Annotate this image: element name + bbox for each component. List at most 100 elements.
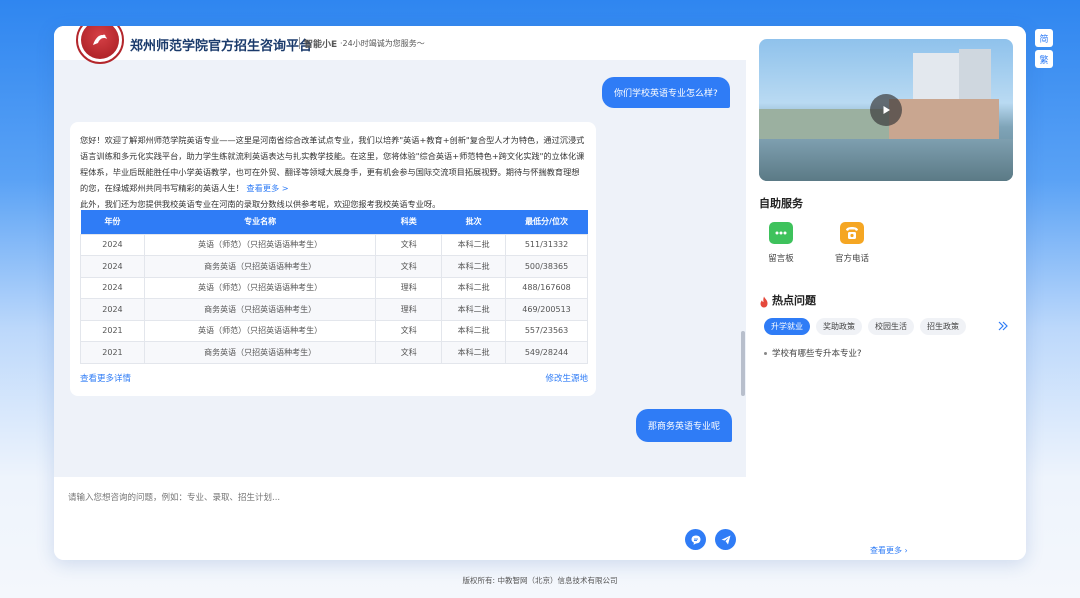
fire-icon	[759, 293, 769, 308]
campus-building	[889, 99, 999, 139]
table-cell: 文科	[375, 341, 443, 364]
user-message-text: 那商务英语专业呢	[648, 422, 721, 432]
tab-chip[interactable]: 校园生活	[868, 318, 914, 335]
send-paper-plane-icon	[721, 535, 730, 544]
traditional-chinese-button[interactable]: 繁	[1035, 50, 1053, 68]
table-cell: 英语（师范）（只招英语语种考生）	[143, 276, 377, 299]
school-logo	[76, 26, 124, 64]
message-board-icon	[769, 222, 793, 244]
self-service-title: 自助服务	[759, 197, 803, 210]
user-message-text: 你们学校英语专业怎么样?	[614, 89, 718, 99]
table-header-cell: 最低分/位次	[505, 210, 588, 234]
chat-header: 郑州师范学院官方招生咨询平台 智能小E ·24小时竭诚为您服务～	[54, 26, 746, 64]
table-cell: 本科二批	[441, 341, 507, 364]
hot-question-text: 学校有哪些专升本专业?	[772, 349, 862, 359]
table-row: 2024 商务英语（只招英语语种考生） 文科 本科二批 500/38365	[80, 255, 588, 278]
table-row: 2024 商务英语（只招英语语种考生） 理科 本科二批 469/200513	[80, 298, 588, 321]
table-cell: 英语（师范）（只招英语语种考生）	[143, 233, 377, 256]
table-row: 2024 英语（师范）（只招英语语种考生） 文科 本科二批 511/31332	[80, 233, 588, 256]
play-icon	[883, 106, 890, 114]
table-cell: 本科二批	[441, 276, 507, 299]
table-row: 2024 英语（师范）（只招英语语种考生） 理科 本科二批 488/167608	[80, 276, 588, 299]
table-cell: 商务英语（只招英语语种考生）	[143, 255, 377, 278]
table-cell: 文科	[375, 255, 443, 278]
table-cell: 英语（师范）（只招英语语种考生）	[143, 319, 377, 342]
message-board-service[interactable]: 留言板	[760, 222, 802, 264]
phone-icon	[840, 222, 864, 244]
table-row: 2021 英语（师范）（只招英语语种考生） 文科 本科二批 557/23563	[80, 319, 588, 342]
table-cell: 2024	[80, 276, 145, 299]
campus-lake	[759, 139, 1013, 181]
table-header-cell: 批次	[441, 210, 506, 234]
send-button[interactable]	[715, 529, 736, 550]
info-sidebar: 自助服务 留言板 官方电话 热点问题 升学就业 奖助政策 校园生活 招生政策 学…	[746, 26, 1026, 560]
table-cell: 本科二批	[441, 319, 507, 342]
assistant-name: 智能小E	[304, 40, 338, 50]
bullet-dot-icon	[764, 352, 767, 355]
table-cell: 469/200513	[505, 298, 588, 321]
tab-chip[interactable]: 招生政策	[920, 318, 966, 335]
table-cell: 商务英语（只招英语语种考生）	[143, 298, 377, 321]
chat-bubble-button[interactable]	[685, 529, 706, 550]
table-cell: 本科二批	[441, 298, 507, 321]
answer-intro: 您好！欢迎了解郑州师范学院英语专业——这里是河南省综合改革试点专业，我们以培养"…	[80, 135, 585, 193]
see-more-link[interactable]: 查看更多 ›	[870, 545, 908, 556]
official-phone-service[interactable]: 官方电话	[826, 222, 878, 264]
table-header-cell: 年份	[80, 210, 145, 234]
table-header-cell: 专业名称	[144, 210, 376, 234]
hot-topic-tabs: 升学就业 奖助政策 校园生活 招生政策	[764, 318, 966, 335]
table-cell: 549/28244	[505, 341, 588, 364]
campus-video[interactable]	[759, 39, 1013, 181]
crane-emblem-icon	[81, 26, 119, 59]
table-cell: 488/167608	[505, 276, 588, 299]
question-input[interactable]	[68, 483, 708, 513]
chevron-right-icon: ›	[902, 546, 908, 555]
table-cell: 2024	[80, 298, 145, 321]
input-area	[54, 477, 746, 560]
chat-bubble-icon	[691, 535, 700, 545]
page-title: 郑州师范学院官方招生咨询平台	[130, 39, 313, 54]
hot-questions-title: 热点问题	[772, 294, 816, 307]
table-cell: 2024	[80, 233, 145, 256]
change-region-link[interactable]: 修改生源地	[545, 372, 588, 384]
main-card: 郑州师范学院官方招生咨询平台 智能小E ·24小时竭诚为您服务～ 你们学校英语专…	[54, 26, 1026, 560]
table-cell: 文科	[375, 319, 443, 342]
chat-scrollbar[interactable]	[741, 331, 745, 396]
simplified-chinese-button[interactable]: 简	[1035, 29, 1053, 47]
header-tagline: ·24小时竭诚为您服务～	[340, 39, 425, 48]
play-button[interactable]	[870, 94, 902, 126]
chat-panel: 郑州师范学院官方招生咨询平台 智能小E ·24小时竭诚为您服务～ 你们学校英语专…	[54, 26, 746, 560]
table-cell: 500/38365	[505, 255, 588, 278]
table-cell: 2021	[80, 319, 145, 342]
score-table: 年份 专业名称 科类 批次 最低分/位次 2024 英语（师范）（只招英语语种考…	[80, 210, 588, 364]
copyright-footer: 版权所有: 中教智网（北京）信息技术有限公司	[462, 576, 618, 585]
user-message-1: 你们学校英语专业怎么样?	[602, 77, 730, 108]
answer-more-link[interactable]: 查看更多 >	[246, 183, 288, 193]
table-cell: 商务英语（只招英语语种考生）	[143, 341, 377, 364]
table-cell: 557/23563	[505, 319, 588, 342]
chevron-double-right-icon[interactable]	[996, 319, 1014, 335]
user-message-2: 那商务英语专业呢	[636, 409, 733, 442]
table-cell: 文科	[375, 233, 443, 256]
table-cell: 本科二批	[441, 233, 507, 256]
title-divider	[299, 37, 300, 49]
table-row: 2021 商务英语（只招英语语种考生） 文科 本科二批 549/28244	[80, 341, 588, 364]
table-cell: 2021	[80, 341, 145, 364]
tab-chip[interactable]: 升学就业	[764, 318, 810, 335]
service-label: 留言板	[768, 254, 794, 264]
service-label: 官方电话	[834, 254, 869, 264]
bot-message: 您好！欢迎了解郑州师范学院英语专业——这里是河南省综合改革试点专业，我们以培养"…	[70, 122, 596, 396]
more-details-link[interactable]: 查看更多详情	[80, 372, 131, 384]
see-more-text: 查看更多	[870, 546, 902, 555]
table-cell: 2024	[80, 255, 145, 278]
table-header-cell: 科类	[375, 210, 442, 234]
hot-question-item[interactable]: 学校有哪些专升本专业?	[764, 347, 862, 359]
table-cell: 理科	[375, 298, 443, 321]
table-cell: 511/31332	[505, 233, 588, 256]
table-cell: 本科二批	[441, 255, 507, 278]
answer-outro: 此外，我们还为您提供我校英语专业在河南的录取分数线以供参考呢，欢迎您报考我校英语…	[80, 199, 441, 209]
tab-chip[interactable]: 奖助政策	[816, 318, 862, 335]
table-cell: 理科	[375, 276, 443, 299]
table-header-row: 年份 专业名称 科类 批次 最低分/位次	[80, 210, 588, 234]
bot-message-text: 您好！欢迎了解郑州师范学院英语专业——这里是河南省综合改革试点专业，我们以培养"…	[80, 132, 586, 212]
